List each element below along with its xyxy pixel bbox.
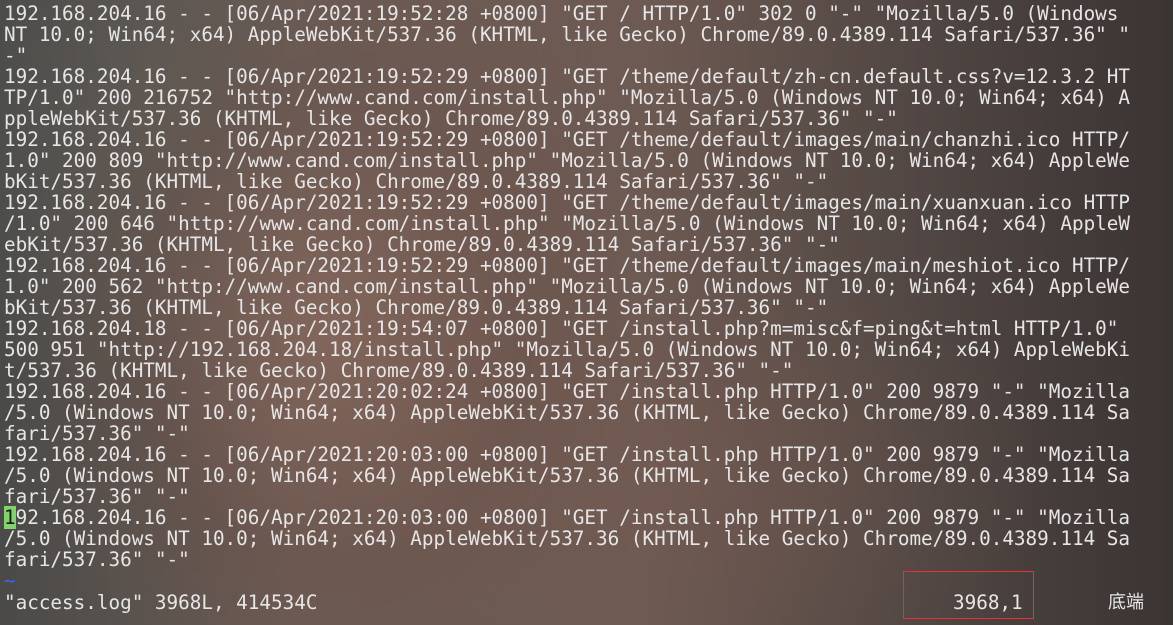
log-line: 192.168.204.18 - - [06/Apr/2021:19:54:07… [4, 317, 1119, 340]
log-line: fari/537.36" "-" [4, 485, 190, 508]
log-line: TP/1.0" 200 216752 "http://www.cand.com/… [4, 86, 1131, 109]
log-line: ebKit/537.36 (KHTML, like Gecko) Chrome/… [4, 233, 840, 256]
log-line: fari/537.36" "-" [4, 548, 190, 571]
log-line: 192.168.204.16 - - [06/Apr/2021:19:52:29… [4, 128, 1131, 151]
log-line: ppleWebKit/537.36 (KHTML, like Gecko) Ch… [4, 107, 898, 130]
log-line: bKit/537.36 (KHTML, like Gecko) Chrome/8… [4, 296, 829, 319]
vim-terminal[interactable]: 192.168.204.16 - - [06/Apr/2021:19:52:28… [0, 0, 1173, 625]
log-line: 192.168.204.16 - - [06/Apr/2021:19:52:28… [4, 2, 1119, 25]
file-info: "access.log" 3968L, 414534C [4, 591, 318, 614]
log-line: 192.168.204.16 - - [06/Apr/2021:20:02:24… [4, 380, 1131, 403]
log-line: fari/537.36" "-" [4, 422, 190, 445]
log-line: /5.0 (Windows NT 10.0; Win64; x64) Apple… [4, 401, 1131, 424]
log-line: 192.168.204.16 - - [06/Apr/2021:19:52:29… [4, 65, 1131, 88]
log-line: 192.168.204.16 - - [06/Apr/2021:20:03:00… [4, 443, 1131, 466]
log-line: -" [4, 44, 28, 67]
log-line: 1.0" 200 809 "http://www.cand.com/instal… [4, 149, 1131, 172]
ruler-highlight-box: 3968,1 [903, 571, 1034, 619]
log-line: 1.0" 200 562 "http://www.cand.com/instal… [4, 275, 1131, 298]
log-line: bKit/537.36 (KHTML, like Gecko) Chrome/8… [4, 170, 829, 193]
cursor-ruler: 3968,1 [953, 591, 1023, 614]
log-line: 192.168.204.16 - - [06/Apr/2021:19:52:29… [4, 191, 1131, 214]
log-line: 192.168.204.16 - - [06/Apr/2021:19:52:29… [4, 254, 1131, 277]
log-line: t/537.36 (KHTML, like Gecko) Chrome/89.0… [4, 359, 794, 382]
vim-status-line: "access.log" 3968L, 414534C 3968,1 底端 [0, 571, 1173, 620]
cursor-line-text: 92.168.204.16 - - [06/Apr/2021:20:03:00 … [15, 506, 1131, 529]
log-line: /5.0 (Windows NT 10.0; Win64; x64) Apple… [4, 527, 1131, 550]
log-line: /5.0 (Windows NT 10.0; Win64; x64) Apple… [4, 464, 1131, 487]
log-line: 500 951 "http://192.168.204.18/install.p… [4, 338, 1131, 361]
log-line: NT 10.0; Win64; x64) AppleWebKit/537.36 … [4, 23, 1131, 46]
cursor-log-line[interactable]: 192.168.204.16 - - [06/Apr/2021:20:03:00… [4, 506, 1172, 529]
log-line: /1.0" 200 646 "http://www.cand.com/insta… [4, 212, 1131, 235]
text-cursor: 1 [4, 506, 16, 529]
scroll-position: 底端 [1108, 592, 1144, 613]
log-buffer[interactable]: 192.168.204.16 - - [06/Apr/2021:19:52:28… [4, 3, 1172, 570]
